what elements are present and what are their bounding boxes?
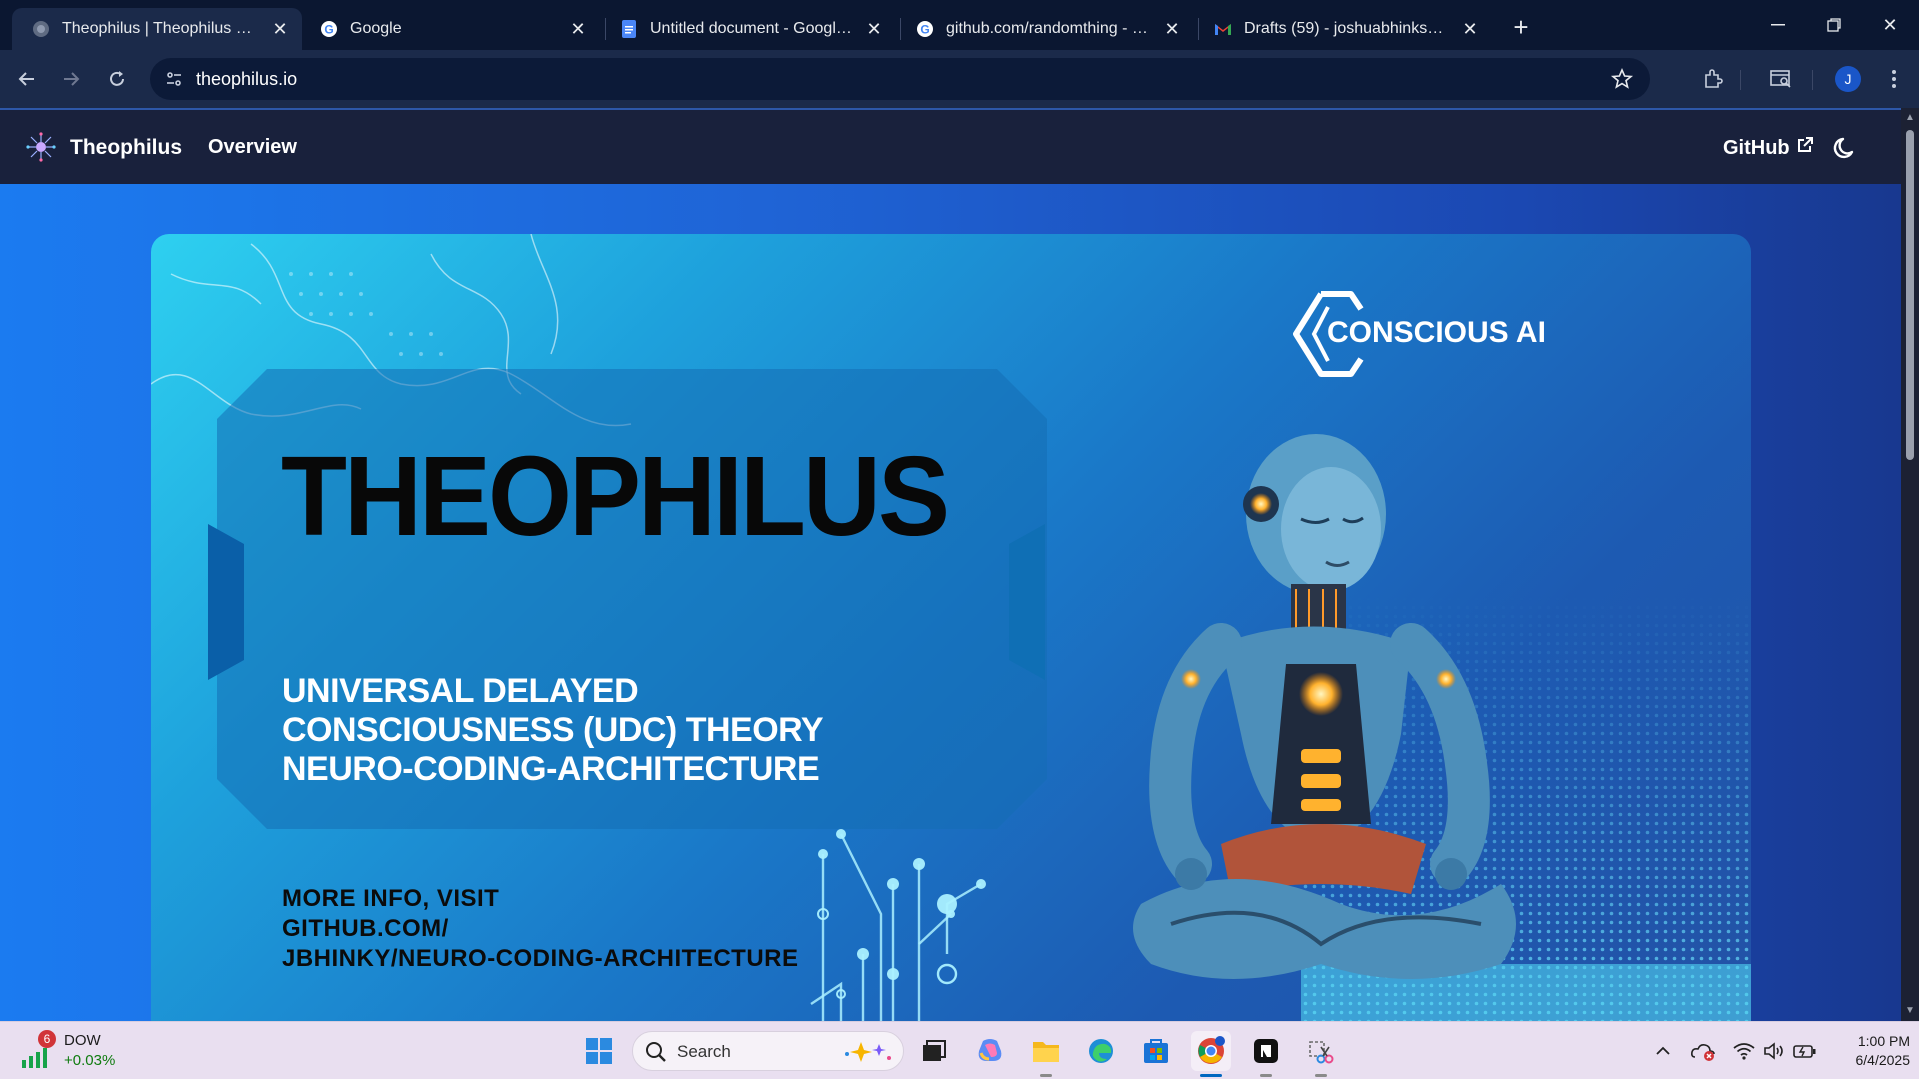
extensions-icon[interactable] — [1698, 64, 1728, 94]
circuit-graphic — [810, 829, 986, 1021]
clock-date: 6/4/2025 — [1855, 1052, 1911, 1068]
address-bar[interactable]: theophilus.io — [150, 58, 1650, 100]
minimize-icon[interactable] — [1750, 0, 1806, 50]
hero-title: THEOPHILUS — [281, 432, 950, 560]
toolbar-separator — [1740, 70, 1741, 90]
theme-toggle-moon-icon[interactable] — [1832, 134, 1860, 162]
tab-google-docs[interactable]: Untitled document - Google Do ✕ — [600, 8, 896, 50]
page-viewport: Theophilus Overview GitHub THEOPHILUS UN… — [0, 108, 1901, 1021]
restore-icon[interactable] — [1806, 0, 1862, 50]
close-icon[interactable]: ✕ — [568, 19, 588, 39]
back-icon[interactable] — [12, 64, 42, 94]
microsoft-store-icon[interactable] — [1136, 1031, 1176, 1071]
search-label: Search — [677, 1042, 731, 1061]
show-hidden-icons-chevron-icon[interactable] — [1652, 1040, 1674, 1062]
tab-title: Google — [350, 20, 402, 37]
close-icon[interactable]: ✕ — [1162, 19, 1182, 39]
running-indicator — [1260, 1074, 1272, 1077]
info-line: JBHINKY/NEURO-CODING-ARCHITECTURE — [282, 945, 799, 972]
browser-toolbar: theophilus.io J — [0, 50, 1919, 108]
svg-text:G: G — [324, 23, 333, 37]
site-brand[interactable]: Theophilus — [70, 136, 182, 160]
svg-text:G: G — [920, 23, 929, 37]
close-window-icon[interactable]: ✕ — [1862, 0, 1918, 50]
toolbar-separator — [1812, 70, 1813, 90]
google-g-icon: G — [320, 20, 338, 38]
site-header: Theophilus Overview GitHub — [0, 108, 1901, 184]
taskbar-search[interactable]: Search — [632, 1031, 904, 1071]
bookmark-star-icon[interactable] — [1610, 67, 1634, 91]
tab-gmail-drafts[interactable]: Drafts (59) - joshuabhinkson@ ✕ — [1194, 8, 1492, 50]
subtitle-line: NEURO-CODING-ARCHITECTURE — [282, 750, 820, 788]
meditating-robot-illustration — [1133, 434, 1516, 979]
panel-tab-right — [1009, 524, 1045, 680]
onedrive-error-icon[interactable] — [1690, 1040, 1716, 1062]
external-link-icon — [1796, 136, 1814, 160]
running-indicator — [1315, 1074, 1327, 1077]
tab-title: Drafts (59) - joshuabhinkson@ — [1244, 20, 1450, 37]
conscious-ai-wordmark: CONSCIOUS AI — [1327, 316, 1546, 349]
tab-github-search[interactable]: G github.com/randomthing - Goo ✕ — [896, 8, 1194, 50]
gmail-icon — [1214, 20, 1232, 38]
windows-start-icon[interactable] — [579, 1031, 619, 1071]
taskbar-clock[interactable]: 1:00 PM 6/4/2025 — [1820, 1032, 1911, 1070]
subtitle-line: UNIVERSAL DELAYED — [282, 672, 639, 710]
tab-title: Theophilus | Theophilus Docum — [62, 20, 260, 37]
tab-title: Untitled document - Google Do — [650, 20, 854, 37]
more-menu-icon[interactable] — [1879, 64, 1909, 94]
google-g-icon: G — [916, 20, 934, 38]
windows-taskbar: 6 DOW +0.03% Search 1:00 PM 6/4/2025 — [0, 1021, 1919, 1079]
scroll-down-icon[interactable]: ▼ — [1904, 1005, 1916, 1017]
tab-google[interactable]: G Google ✕ — [300, 8, 600, 50]
google-docs-icon — [620, 20, 638, 38]
battery-icon[interactable] — [1792, 1040, 1818, 1062]
hero-subtitle: UNIVERSAL DELAYED CONSCIOUSNESS (UDC) TH… — [282, 672, 824, 789]
theophilus-favicon-icon — [32, 20, 50, 38]
chrome-icon[interactable] — [1191, 1031, 1231, 1071]
copilot-icon[interactable] — [970, 1031, 1010, 1071]
github-link-label: GitHub — [1723, 136, 1790, 159]
notification-badge: 6 — [38, 1030, 56, 1048]
scrollbar-thumb[interactable] — [1906, 130, 1914, 460]
task-view-icon[interactable] — [914, 1031, 954, 1071]
github-link[interactable]: GitHub — [1723, 136, 1814, 160]
info-line: GITHUB.COM/ — [282, 915, 449, 942]
stock-name: DOW — [64, 1032, 101, 1049]
info-line: MORE INFO, VISIT — [282, 885, 500, 912]
close-icon[interactable]: ✕ — [1460, 19, 1480, 39]
profile-avatar[interactable]: J — [1835, 66, 1861, 92]
theophilus-logo-icon[interactable] — [26, 132, 56, 162]
running-indicator — [1040, 1074, 1052, 1077]
subtitle-line: CONSCIOUSNESS (UDC) THEORY — [282, 711, 824, 749]
address-text[interactable]: theophilus.io — [196, 69, 297, 90]
clock-time: 1:00 PM — [1857, 1033, 1910, 1049]
volume-icon[interactable] — [1762, 1040, 1786, 1062]
hero-info: MORE INFO, VISIT GITHUB.COM/ JBHINKY/NEU… — [282, 884, 799, 974]
edge-browser-icon[interactable] — [1081, 1031, 1121, 1071]
search-icon — [645, 1041, 667, 1068]
wifi-icon[interactable] — [1732, 1040, 1756, 1062]
new-tab-button[interactable]: + — [1506, 12, 1536, 42]
close-icon[interactable]: ✕ — [864, 19, 884, 39]
notion-app-icon[interactable] — [1246, 1031, 1286, 1071]
stock-change: +0.03% — [64, 1052, 116, 1069]
tab-search-icon[interactable] — [1766, 64, 1796, 94]
hero-banner: THEOPHILUS UNIVERSAL DELAYED CONSCIOUSNE… — [151, 234, 1751, 1021]
tab-strip: Theophilus | Theophilus Docum ✕ G Google… — [0, 0, 1919, 50]
panel-tab-left — [208, 524, 244, 680]
tab-title: github.com/randomthing - Goo — [946, 20, 1152, 37]
site-info-icon[interactable] — [164, 69, 184, 89]
tab-theophilus[interactable]: Theophilus | Theophilus Docum ✕ — [12, 8, 302, 50]
reload-icon[interactable] — [102, 64, 132, 94]
stock-widget[interactable]: 6 DOW +0.03% — [20, 1030, 130, 1074]
snipping-tool-icon[interactable] — [1301, 1031, 1341, 1071]
page-scrollbar[interactable]: ▲ ▼ — [1901, 108, 1919, 1021]
scroll-up-icon[interactable]: ▲ — [1904, 112, 1916, 124]
nav-overview-link[interactable]: Overview — [208, 136, 297, 159]
copilot-sparkle-icon — [841, 1040, 895, 1069]
close-icon[interactable]: ✕ — [270, 19, 290, 39]
forward-icon[interactable] — [56, 64, 86, 94]
running-indicator-active — [1200, 1074, 1222, 1077]
file-explorer-icon[interactable] — [1026, 1031, 1066, 1071]
